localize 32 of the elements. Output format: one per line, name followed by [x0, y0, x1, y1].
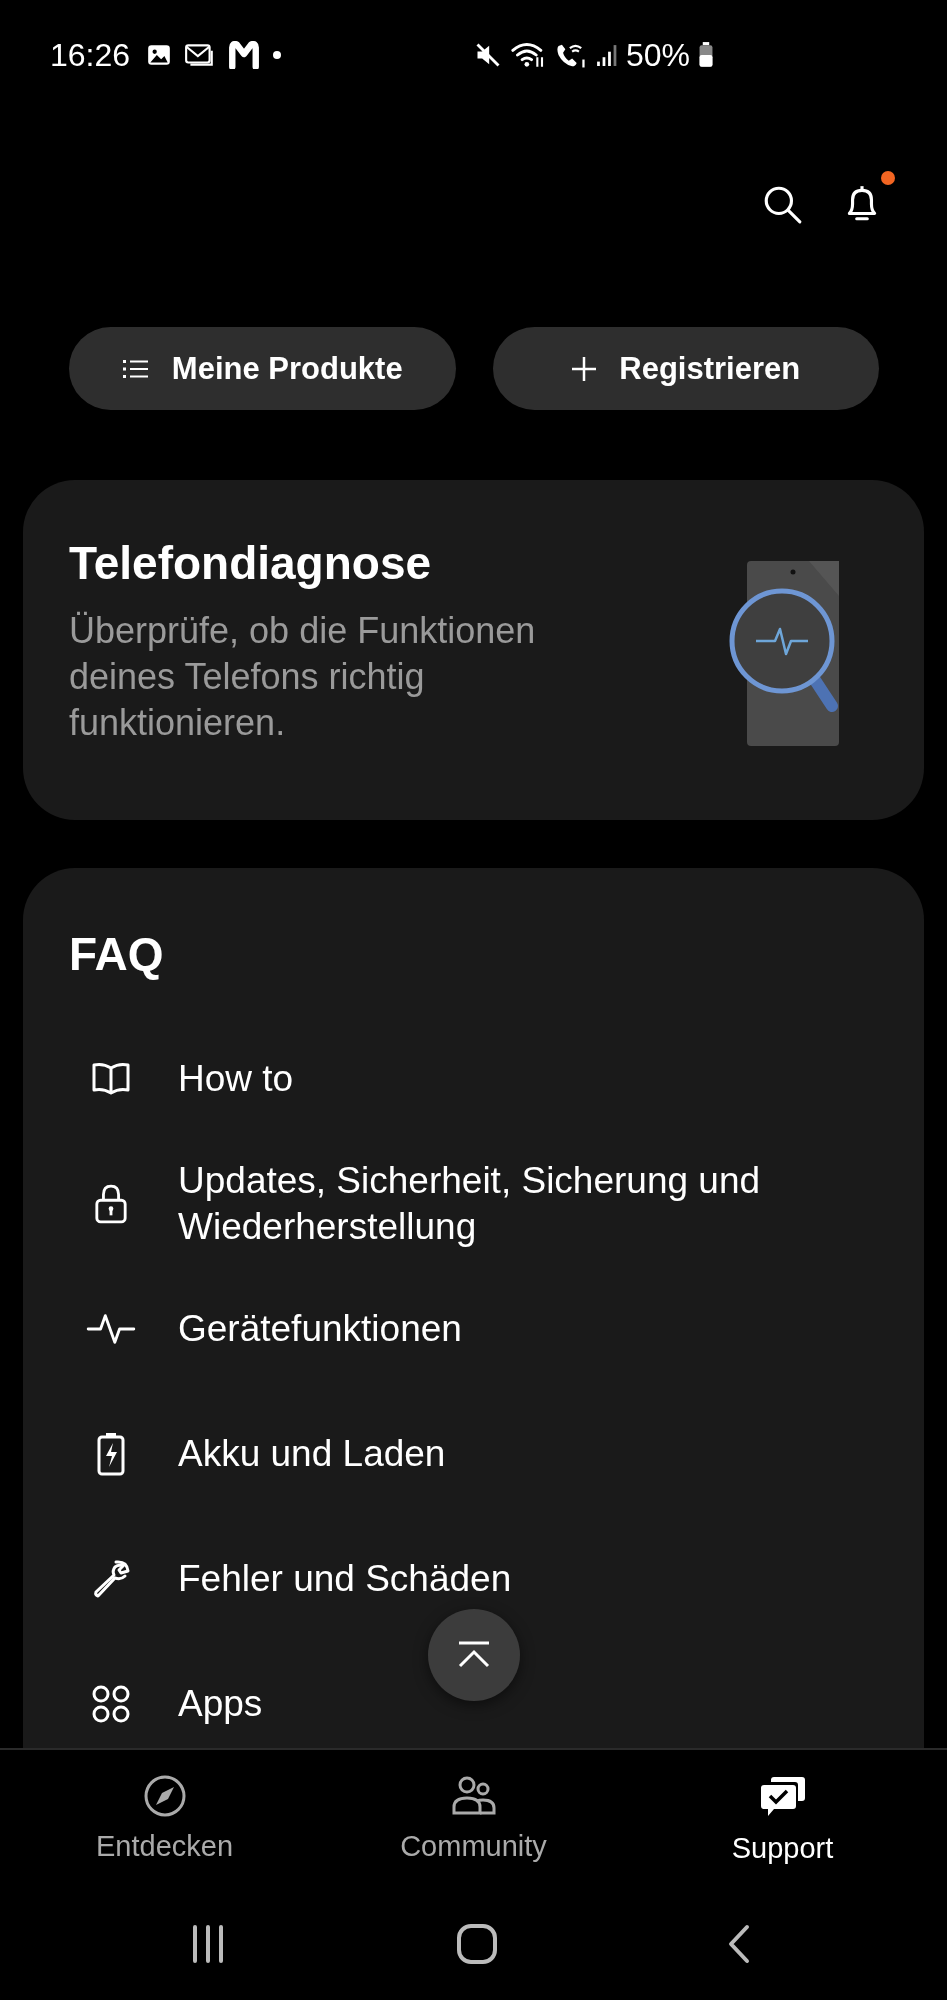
faq-title: FAQ	[69, 928, 165, 980]
wifi-icon	[509, 41, 546, 69]
card-description: Überprüfe, ob die Funktionen deines Telefons richtig funktionieren.	[69, 609, 537, 745]
action-button[interactable]: Registrieren	[492, 327, 879, 410]
dot-icon	[272, 50, 283, 60]
card-title: Telefondiagnose	[69, 536, 433, 590]
nav-tab[interactable]: Support	[628, 1750, 937, 1888]
home-icon[interactable]	[455, 1923, 498, 1965]
faq-item[interactable]: Updates, Sicherheit, Sicherung und Wiederherstellung	[23, 1141, 924, 1266]
apps-icon	[91, 1683, 131, 1724]
diagnosis-card[interactable]: Telefondiagnose Überprüfe, ob die Funktionen deines Telefons richtig funktionieren.	[23, 480, 924, 820]
mail-app-icon	[228, 41, 261, 69]
faq-item[interactable]: Akku und Laden	[23, 1391, 924, 1516]
faq-item[interactable]: Fehler und Schäden	[23, 1516, 924, 1641]
compass-icon	[142, 1774, 187, 1818]
book-icon	[90, 1060, 132, 1097]
people-icon	[450, 1774, 497, 1818]
nav-tab[interactable]: Community	[319, 1750, 628, 1888]
action-button[interactable]: Meine Produkte	[69, 327, 456, 410]
faq-item[interactable]: Apps	[23, 1641, 924, 1748]
faq-item[interactable]: Gerätefunktionen	[23, 1266, 924, 1391]
image-icon	[146, 42, 173, 68]
battery-icon	[698, 41, 714, 69]
wrench-icon	[91, 1558, 131, 1599]
nav-tab[interactable]: Entdecken	[10, 1750, 319, 1888]
battery-percent: 50%	[625, 36, 690, 74]
plus-icon	[571, 355, 598, 382]
mute-icon	[473, 41, 502, 69]
scroll-up-icon	[456, 1640, 492, 1670]
status-time: 16:26	[50, 36, 131, 74]
charging-battery-icon	[96, 1431, 126, 1476]
faq-item[interactable]: How to	[23, 1016, 924, 1141]
